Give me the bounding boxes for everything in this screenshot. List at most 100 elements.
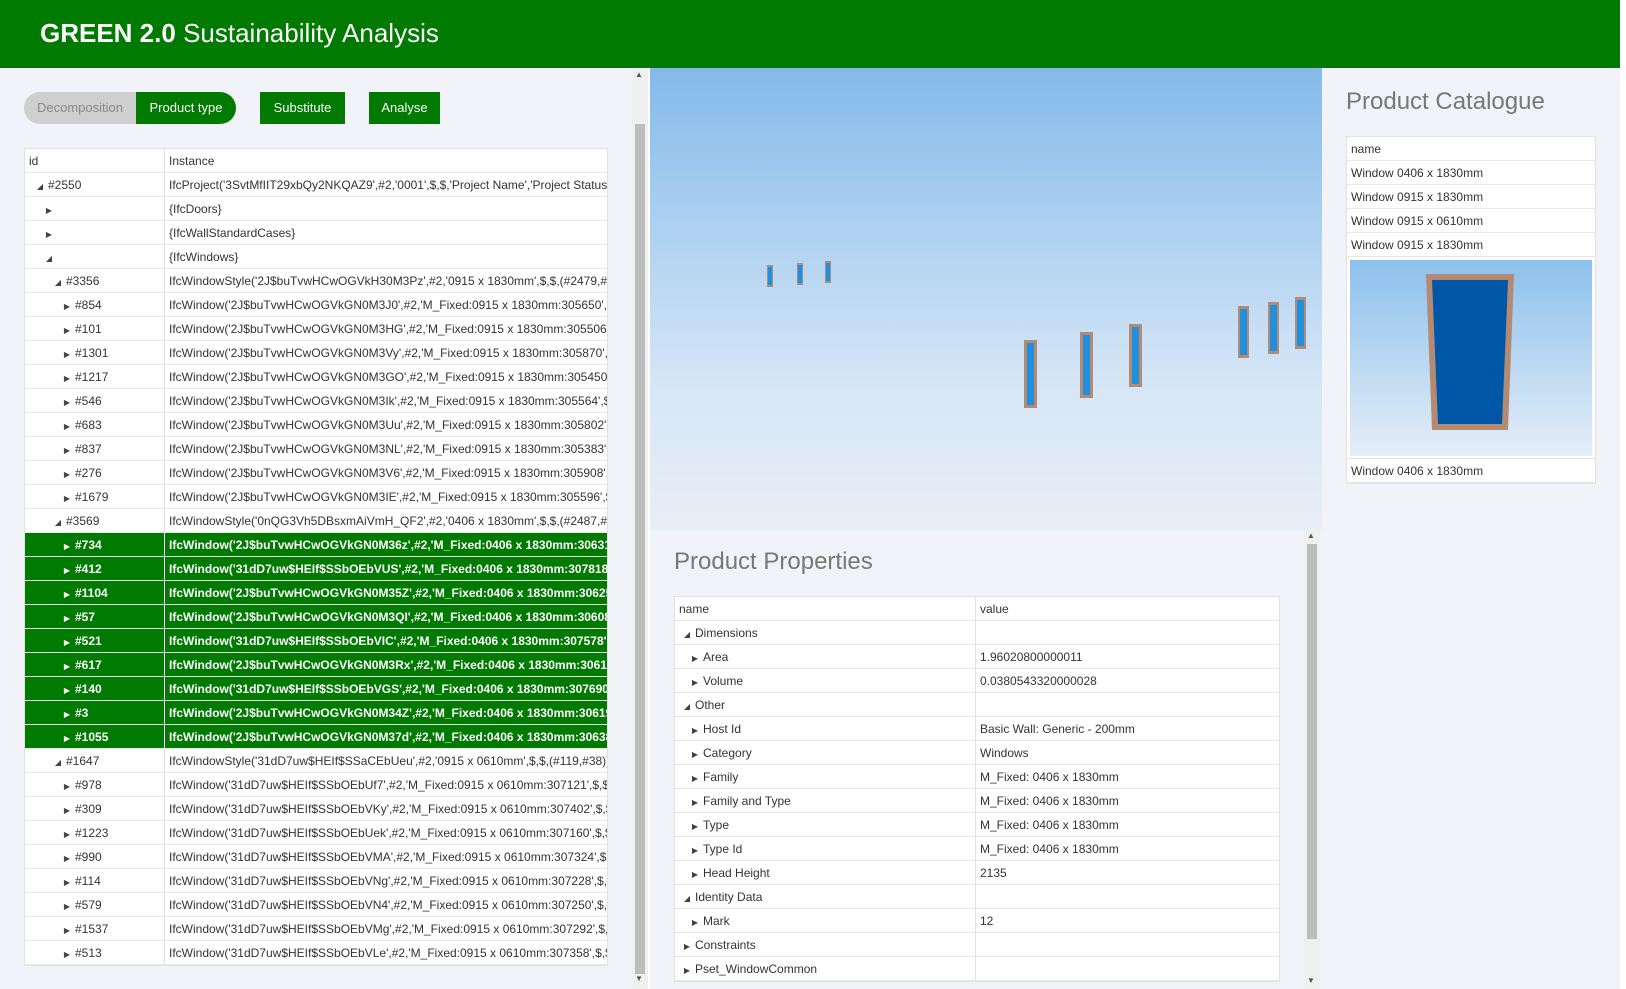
collapse-arrow-icon[interactable]: ◢ xyxy=(52,271,64,292)
tree-instance-cell[interactable]: IfcWindow('2J$buTvwHCwOGVkGN0M37d',#2,'M… xyxy=(169,725,607,748)
property-name-cell[interactable]: ▶ Type Id xyxy=(675,837,976,861)
tree-id-cell[interactable]: ▶ #1223 xyxy=(25,821,165,844)
tree-instance-cell[interactable]: IfcWindow('31dD7uw$HEIf$SSbOEbVUS',#2,'M… xyxy=(169,557,607,580)
window-model[interactable] xyxy=(1295,297,1306,349)
tree-row[interactable]: ▶ #57 IfcWindow('2J$buTvwHCwOGVkGN0M3QI',#… xyxy=(25,605,607,629)
tree-row[interactable]: ◢ #1647 IfcWindowStyle('31dD7uw$HEIf$SSaCE… xyxy=(25,749,607,773)
property-row[interactable]: ▶ Type M_Fixed: 0406 x 1830mm xyxy=(675,813,1279,837)
property-name-cell[interactable]: ▶ Category xyxy=(675,741,976,765)
tree-row[interactable]: ▶ #1104 IfcWindow('2J$buTvwHCwOGVkGN0M35Z'… xyxy=(25,581,607,605)
expand-arrow-icon[interactable]: ▶ xyxy=(61,631,73,652)
window-model[interactable] xyxy=(1268,302,1279,354)
column-header-id[interactable]: id xyxy=(25,149,165,172)
3d-model-viewer[interactable] xyxy=(650,68,1322,530)
property-name-cell[interactable]: ▶ Family and Type xyxy=(675,789,976,813)
tree-instance-cell[interactable]: IfcWindow('2J$buTvwHCwOGVkGN0M34Z',#2,'M… xyxy=(169,701,607,724)
expand-arrow-icon[interactable]: ▶ xyxy=(689,767,701,789)
tree-row[interactable]: ▶ #546 IfcWindow('2J$buTvwHCwOGVkGN0M3Ik',… xyxy=(25,389,607,413)
tree-instance-cell[interactable]: IfcWindow('2J$buTvwHCwOGVkGN0M35Z',#2,'M… xyxy=(169,581,607,604)
property-name-cell[interactable]: ▶ Mark xyxy=(675,909,976,933)
tree-row[interactable]: ◢ #3356 IfcWindowStyle('2J$buTvwHCwOGVkH30… xyxy=(25,269,607,293)
tree-row[interactable]: ▶ #854 IfcWindow('2J$buTvwHCwOGVkGN0M3J0',… xyxy=(25,293,607,317)
expand-arrow-icon[interactable]: ▶ xyxy=(43,199,55,220)
tree-instance-cell[interactable]: IfcWindow('2J$buTvwHCwOGVkGN0M3V6',#2,'M… xyxy=(169,461,607,484)
tree-id-cell[interactable]: ▶ #513 xyxy=(25,941,165,964)
property-row[interactable]: ▶ Family and Type M_Fixed: 0406 x 1830mm xyxy=(675,789,1279,813)
expand-arrow-icon[interactable]: ▶ xyxy=(61,535,73,556)
tree-row[interactable]: ▶ #617 IfcWindow('2J$buTvwHCwOGVkGN0M3Rx',… xyxy=(25,653,607,677)
tree-instance-cell[interactable]: IfcWindow('31dD7uw$HEIf$SSbOEbUf7',#2,'M… xyxy=(169,773,607,796)
catalogue-header[interactable]: name xyxy=(1347,137,1595,161)
expand-arrow-icon[interactable]: ▶ xyxy=(61,295,73,316)
property-name-cell[interactable]: ▶ Area xyxy=(675,645,976,669)
collapse-arrow-icon[interactable]: ◢ xyxy=(52,511,64,532)
collapse-arrow-icon[interactable]: ◢ xyxy=(681,887,693,909)
tree-instance-cell[interactable]: IfcWindow('2J$buTvwHCwOGVkGN0M3Vy',#2,'M… xyxy=(169,341,607,364)
tree-row[interactable]: ▶ #734 IfcWindow('2J$buTvwHCwOGVkGN0M36z',… xyxy=(25,533,607,557)
property-row[interactable]: ▶ Constraints xyxy=(675,933,1279,957)
expand-arrow-icon[interactable]: ▶ xyxy=(61,319,73,340)
tree-row[interactable]: ▶ #978 IfcWindow('31dD7uw$HEIf$SSbOEbUf7',… xyxy=(25,773,607,797)
window-model[interactable] xyxy=(797,263,803,285)
product-type-button[interactable]: Product type xyxy=(136,92,236,124)
tree-id-cell[interactable]: ▶ #1301 xyxy=(25,341,165,364)
expand-arrow-icon[interactable]: ▶ xyxy=(689,815,701,837)
tree-scrollbar[interactable]: ▲ ▼ xyxy=(632,68,648,989)
tree-id-cell[interactable]: ▶ #140 xyxy=(25,677,165,700)
property-row[interactable]: ▶ Pset_WindowCommon xyxy=(675,957,1279,981)
tree-instance-cell[interactable]: IfcWindow('31dD7uw$HEIf$SSbOEbVNg',#2,'M… xyxy=(169,869,607,892)
tree-instance-cell[interactable]: IfcWindow('31dD7uw$HEIf$SSbOEbVKy',#2,'M… xyxy=(169,797,607,820)
analyse-button[interactable]: Analyse xyxy=(369,92,440,124)
tree-id-cell[interactable]: ▶ #1679 xyxy=(25,485,165,508)
tree-instance-cell[interactable]: IfcWindow('2J$buTvwHCwOGVkGN0M3Uu',#2,'M… xyxy=(169,413,607,436)
tree-id-cell[interactable]: ▶ #617 xyxy=(25,653,165,676)
catalogue-item[interactable]: Window 0915 x 1830mm xyxy=(1347,185,1595,209)
tree-id-cell[interactable]: ◢ #1647 xyxy=(25,749,165,772)
expand-arrow-icon[interactable]: ▶ xyxy=(689,743,701,765)
window-model[interactable] xyxy=(1129,324,1142,387)
expand-arrow-icon[interactable]: ▶ xyxy=(61,727,73,748)
tree-row[interactable]: ▶ #1679 IfcWindow('2J$buTvwHCwOGVkGN0M3IE'… xyxy=(25,485,607,509)
properties-scrollbar[interactable]: ▲ ▼ xyxy=(1304,530,1320,989)
expand-arrow-icon[interactable]: ▶ xyxy=(61,847,73,868)
tree-row[interactable]: ▶ {IfcWallStandardCases} xyxy=(25,221,607,245)
window-model[interactable] xyxy=(767,265,773,287)
property-name-cell[interactable]: ▶ Family xyxy=(675,765,976,789)
tree-id-cell[interactable]: ▶ #734 xyxy=(25,533,165,556)
property-row[interactable]: ▶ Area 1.96020800000011 xyxy=(675,645,1279,669)
property-row[interactable]: ◢ Dimensions xyxy=(675,621,1279,645)
property-row[interactable]: ▶ Volume 0.0380543320000028 xyxy=(675,669,1279,693)
tree-row[interactable]: ▶ #1301 IfcWindow('2J$buTvwHCwOGVkGN0M3Vy'… xyxy=(25,341,607,365)
property-row[interactable]: ◢ Other xyxy=(675,693,1279,717)
tree-instance-cell[interactable]: {IfcWallStandardCases} xyxy=(169,221,607,244)
tree-id-cell[interactable]: ◢ #3569 xyxy=(25,509,165,532)
tree-id-cell[interactable]: ▶ xyxy=(25,197,165,220)
expand-arrow-icon[interactable]: ▶ xyxy=(61,799,73,820)
tree-row[interactable]: ▶ {IfcDoors} xyxy=(25,197,607,221)
collapse-arrow-icon[interactable]: ◢ xyxy=(43,247,55,268)
property-name-cell[interactable]: ▶ Pset_WindowCommon xyxy=(675,957,976,981)
expand-arrow-icon[interactable]: ▶ xyxy=(689,791,701,813)
tree-id-cell[interactable]: ▶ #1217 xyxy=(25,365,165,388)
property-name-cell[interactable]: ◢ Identity Data xyxy=(675,885,976,909)
tree-instance-cell[interactable]: IfcWindow('31dD7uw$HEIf$SSbOEbVMg',#2,'M… xyxy=(169,917,607,940)
tree-row[interactable]: ◢ #3569 IfcWindowStyle('0nQG3Vh5DBsxmAiVmH… xyxy=(25,509,607,533)
expand-arrow-icon[interactable]: ▶ xyxy=(61,439,73,460)
tree-instance-cell[interactable]: IfcWindow('31dD7uw$HEIf$SSbOEbVGS',#2,'M… xyxy=(169,677,607,700)
tree-id-cell[interactable]: ▶ #990 xyxy=(25,845,165,868)
column-header-instance[interactable]: Instance xyxy=(169,149,607,172)
property-row[interactable]: ▶ Type Id M_Fixed: 0406 x 1830mm xyxy=(675,837,1279,861)
tree-row[interactable]: ▶ #521 IfcWindow('31dD7uw$HEIf$SSbOEbVIC',… xyxy=(25,629,607,653)
expand-arrow-icon[interactable]: ▶ xyxy=(681,959,693,981)
catalogue-item[interactable]: Window 0406 x 1830mm xyxy=(1347,459,1595,483)
expand-arrow-icon[interactable]: ▶ xyxy=(61,415,73,436)
tree-row[interactable]: ◢ {IfcWindows} xyxy=(25,245,607,269)
tree-id-cell[interactable]: ▶ #3 xyxy=(25,701,165,724)
tree-row[interactable]: ▶ #1055 IfcWindow('2J$buTvwHCwOGVkGN0M37d'… xyxy=(25,725,607,749)
substitute-button[interactable]: Substitute xyxy=(260,92,345,124)
scroll-down-icon[interactable]: ▼ xyxy=(635,974,643,983)
decomposition-button[interactable]: Decomposition xyxy=(24,92,136,124)
tree-row[interactable]: ◢ #2550 IfcProject('3SvtMfIIT29xbQy2NKQAZ9… xyxy=(25,173,607,197)
column-header-name[interactable]: name xyxy=(675,597,976,621)
tree-id-cell[interactable]: ▶ #579 xyxy=(25,893,165,916)
